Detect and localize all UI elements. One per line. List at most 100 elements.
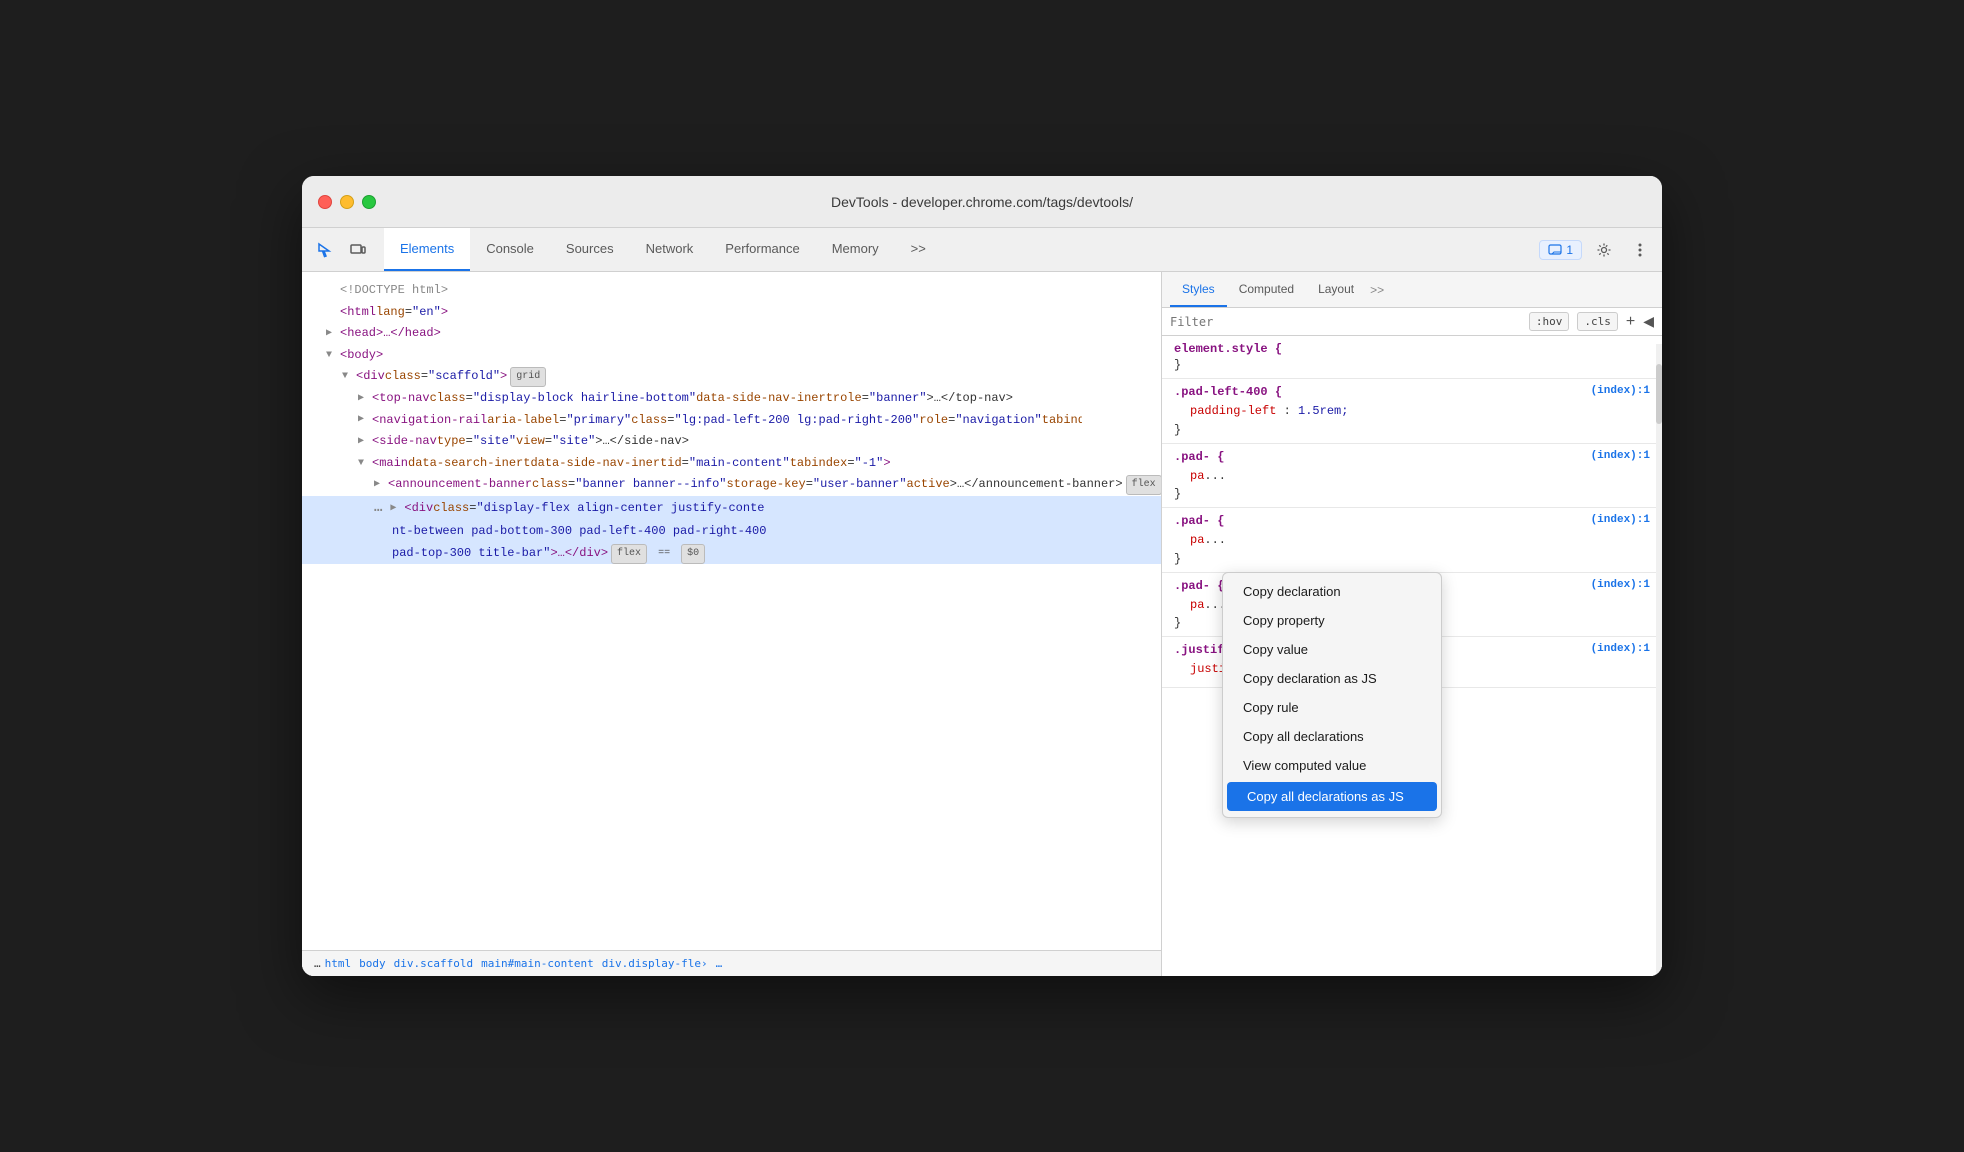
tab-more[interactable]: >> [895,228,942,271]
tab-computed[interactable]: Computed [1227,272,1306,307]
attr-name: storage-key [726,474,805,496]
context-menu-item-copy-property[interactable]: Copy property [1223,606,1441,635]
style-source[interactable]: (index):1 [1591,643,1650,655]
flex-badge2[interactable]: flex [611,544,647,564]
context-menu-item-view-computed[interactable]: View computed value [1223,751,1441,780]
context-menu-item-copy-all-declarations[interactable]: Copy all declarations [1223,722,1441,751]
tab-styles[interactable]: Styles [1170,272,1227,307]
style-selector[interactable]: (index):1 .pad- { [1174,514,1650,528]
attr-name: aria-label [487,410,559,432]
minimize-button[interactable] [340,195,354,209]
attr-value: "banner" [869,388,927,410]
toggle-sidebar-button[interactable]: ◀ [1643,313,1654,330]
attr-value: "lg:pad-left-200 lg:pad-right-200" [674,410,919,432]
expand-arrow[interactable] [326,325,338,343]
maximize-button[interactable] [362,195,376,209]
style-rule-pad-3: (index):1 .pad- { pa... } [1162,508,1662,573]
tab-network[interactable]: Network [630,228,710,271]
attr-name: tabindex [1042,410,1082,432]
device-toggle-icon[interactable] [344,236,372,264]
styles-scrollbar-thumb[interactable] [1656,364,1662,424]
style-source[interactable]: (index):1 [1591,385,1650,397]
style-selector[interactable]: (index):1 .pad-left-400 { [1174,385,1650,399]
context-menu-item-copy-declaration-js[interactable]: Copy declaration as JS [1223,664,1441,693]
context-menu-item-copy-rule[interactable]: Copy rule [1223,693,1441,722]
context-menu-item-copy-declaration[interactable]: Copy declaration [1223,577,1441,606]
tab-console[interactable]: Console [470,228,550,271]
style-property[interactable]: pa... [1174,466,1650,488]
expand-arrow[interactable] [358,411,370,429]
devtools-panel: Elements Console Sources Network Perform… [302,228,1662,976]
dom-line[interactable]: <!DOCTYPE html> [302,280,1161,302]
tag-open: <main [372,453,408,475]
context-menu-item-copy-value[interactable]: Copy value [1223,635,1441,664]
expand-arrow[interactable] [358,433,370,451]
attr-name: tabindex [790,453,848,475]
attr-value-cont: nt-between pad-bottom-300 pad-left-400 p… [392,521,766,543]
tab-layout[interactable]: Layout [1306,272,1366,307]
dom-line-highlighted[interactable]: … <div class="display-flex align-center … [302,496,1161,521]
tab-sources[interactable]: Sources [550,228,630,271]
style-selector[interactable]: element.style { [1174,342,1650,356]
breadcrumb-more[interactable]: … [716,957,723,970]
expand-arrow[interactable] [374,476,386,494]
filter-bar: :hov .cls + ◀ [1162,308,1662,336]
expand-arrow[interactable] [390,500,402,518]
styles-scrollbar[interactable] [1656,344,1662,976]
dom-line[interactable]: <top-nav class="display-block hairline-b… [302,388,1082,410]
dom-line-highlighted-cont[interactable]: nt-between pad-bottom-300 pad-left-400 p… [302,521,1161,543]
dom-line[interactable]: <main data-search-inert data-side-nav-in… [302,453,1161,475]
attr-name: class [385,366,421,388]
tab-bar: Elements Console Sources Network Perform… [302,228,1662,272]
attr-value: "-1" [855,453,884,475]
tab-performance[interactable]: Performance [709,228,815,271]
context-menu-item-copy-all-js[interactable]: Copy all declarations as JS [1227,782,1437,811]
close-button[interactable] [318,195,332,209]
expand-arrow[interactable] [358,390,370,408]
collapse-arrow[interactable] [326,347,338,365]
style-source[interactable]: (index):1 [1591,579,1650,591]
dom-line[interactable]: <side-nav type="site" view="site" >…</si… [302,431,1161,453]
styles-more-button[interactable]: >> [1370,283,1384,297]
breadcrumb-scaffold[interactable]: div.scaffold [394,957,473,970]
add-style-button[interactable]: + [1626,314,1635,330]
grid-badge[interactable]: grid [510,367,546,387]
dom-line[interactable]: <div class="scaffold" > grid [302,366,1161,388]
style-property[interactable]: padding-left : 1.5rem; [1174,401,1650,423]
breadcrumb-div[interactable]: div.display-fle› [602,957,708,970]
style-close-brace: } [1174,552,1650,566]
dom-line[interactable]: <html lang="en" > [302,302,1161,324]
attr-value: "scaffold" [428,366,500,388]
collapse-arrow[interactable] [358,455,370,473]
tab-elements[interactable]: Elements [384,228,470,271]
style-selector[interactable]: (index):1 .pad- { [1174,450,1650,464]
style-property[interactable]: pa... [1174,530,1650,552]
settings-button[interactable] [1590,236,1618,264]
style-source[interactable]: (index):1 [1591,514,1650,526]
hov-filter-button[interactable]: :hov [1529,312,1570,331]
attr-name: type [437,431,466,453]
collapse-arrow[interactable] [342,368,354,386]
flex-badge[interactable]: flex [1126,475,1161,495]
tag-open: <html [340,302,376,324]
attr-value: "site" [473,431,516,453]
dom-line-highlighted-cont2[interactable]: pad-top-300 title-bar" >…</div> flex == … [302,543,1161,565]
breadcrumb-body[interactable]: body [359,957,386,970]
breadcrumb-main[interactable]: main#main-content [481,957,594,970]
dom-line[interactable]: <navigation-rail aria-label="primary" cl… [302,410,1082,432]
dom-line[interactable]: <head>…</head> [302,323,1161,345]
cls-filter-button[interactable]: .cls [1577,312,1618,331]
dom-line[interactable]: <body> [302,345,1161,367]
tag-open: <div [356,366,385,388]
dom-line[interactable]: <announcement-banner class="banner banne… [302,474,1161,496]
breadcrumb-html[interactable]: html [325,957,352,970]
style-source[interactable]: (index):1 [1591,450,1650,462]
more-options-button[interactable] [1626,236,1654,264]
filter-input[interactable] [1170,315,1521,329]
tab-memory[interactable]: Memory [816,228,895,271]
dom-content[interactable]: <!DOCTYPE html> <html lang="en" > <head>… [302,272,1161,950]
styles-panel: Styles Computed Layout >> :hov .cls + ◀ [1162,272,1662,976]
select-element-icon[interactable] [310,236,338,264]
message-badge[interactable]: 1 [1539,240,1582,260]
tab-bar-right: 1 [1539,236,1654,264]
